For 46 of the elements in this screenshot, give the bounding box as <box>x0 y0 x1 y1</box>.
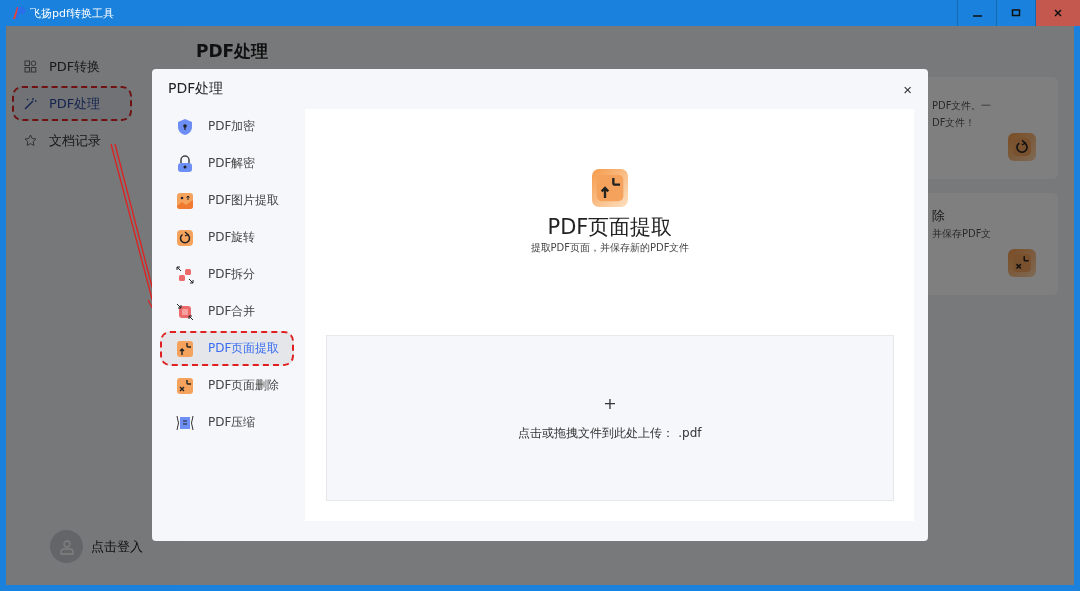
page-title: PDF处理 <box>196 40 270 63</box>
tool-item[interactable]: PDF图片提取 <box>160 183 294 218</box>
minimize-icon <box>972 15 982 17</box>
split-icon <box>176 265 194 284</box>
rotate-icon <box>176 228 194 247</box>
user-icon <box>58 538 75 555</box>
tool-title: PDF页面提取 <box>547 214 673 241</box>
page-extract-icon <box>595 173 625 203</box>
window-title: 飞扬pdf转换工具 <box>30 5 115 21</box>
tool-item[interactable]: PDF页面提取 <box>160 331 294 366</box>
lock-icon <box>176 154 194 173</box>
tool-item[interactable]: PDF压缩 <box>160 405 294 440</box>
login-link[interactable]: 点击登入 <box>91 537 143 556</box>
card-title: 除 <box>932 207 946 225</box>
tool-description: 提取PDF页面，并保存新的PDF文件 <box>530 241 690 255</box>
tool-item[interactable]: PDF合并 <box>160 294 294 329</box>
page-delete-icon <box>1012 253 1032 273</box>
upload-area[interactable]: + 点击或拖拽文件到此处上传： .pdf <box>326 335 894 501</box>
tool-item[interactable]: PDF页面删除 <box>160 368 294 403</box>
rotate-icon <box>1012 137 1032 157</box>
close-icon <box>1053 8 1063 18</box>
card-description: DF文件！ <box>932 116 977 130</box>
sidebar-item[interactable]: PDF转换 <box>12 49 132 84</box>
tool-item[interactable]: PDF加密 <box>160 109 294 144</box>
merge-icon <box>176 302 194 321</box>
tool-item[interactable]: PDF旋转 <box>160 220 294 255</box>
image-icon <box>176 191 194 210</box>
close-button[interactable] <box>1035 0 1080 26</box>
sidebar-item[interactable]: 文档记录 <box>12 123 132 158</box>
app-logo-icon <box>12 6 26 20</box>
grid-icon <box>24 60 37 73</box>
close-button[interactable]: × <box>901 80 914 98</box>
maximize-icon <box>1011 8 1021 18</box>
shield-icon <box>176 117 194 136</box>
page-extract-icon <box>176 339 194 358</box>
tool-item[interactable]: PDF解密 <box>160 146 294 181</box>
star-icon <box>24 134 37 147</box>
card-description: 并保存PDF文 <box>932 227 993 241</box>
wand-icon <box>24 97 37 110</box>
compress-icon <box>176 413 194 432</box>
tool-item[interactable]: PDF拆分 <box>160 257 294 292</box>
dialog-title: PDF处理 <box>168 80 224 98</box>
page-delete-icon <box>176 376 194 395</box>
plus-icon: + <box>603 394 617 413</box>
avatar[interactable] <box>50 530 83 563</box>
upload-hint: 点击或拖拽文件到此处上传： .pdf <box>518 425 702 442</box>
